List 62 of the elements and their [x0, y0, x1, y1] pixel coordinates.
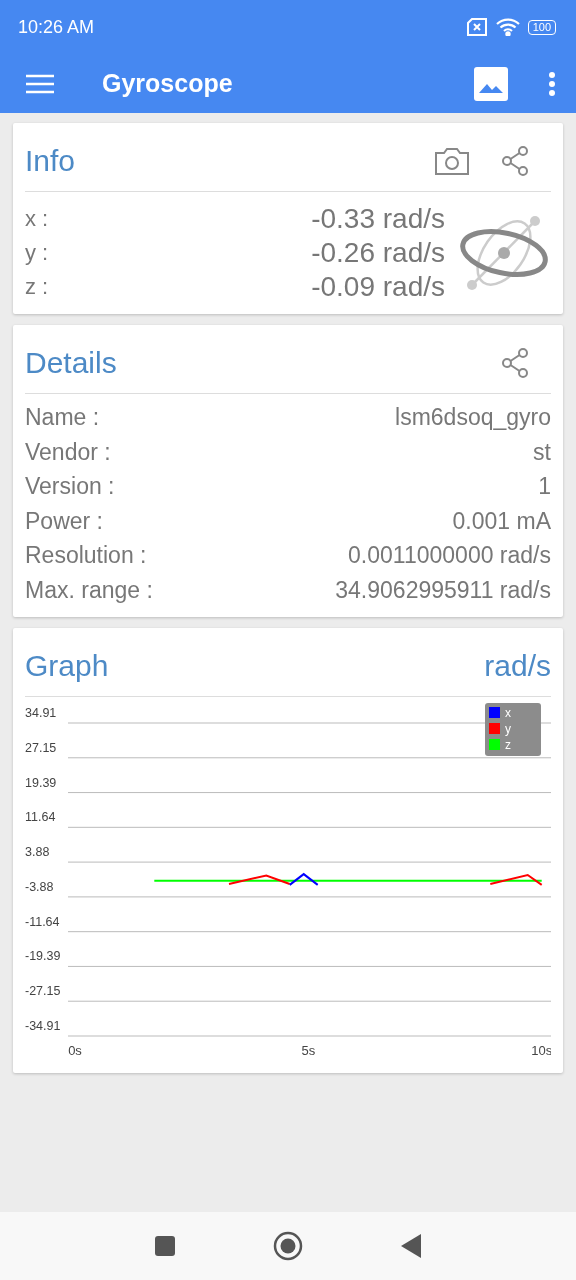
detail-value: lsm6dsoq_gyro — [395, 403, 551, 432]
detail-label: Power : — [25, 506, 103, 536]
detail-value: 0.0011000000 rad/s — [348, 541, 551, 570]
axis-reading: -0.26 rad/s — [311, 236, 445, 270]
axis-reading: -0.09 rad/s — [311, 270, 445, 304]
square-icon — [155, 1236, 175, 1256]
home-button[interactable] — [273, 1231, 303, 1261]
share-button[interactable] — [499, 145, 531, 177]
back-button[interactable] — [401, 1234, 421, 1258]
axis-tick-label: 19.39 — [25, 775, 57, 790]
menu-button[interactable] — [26, 73, 54, 94]
recents-button[interactable] — [155, 1236, 175, 1256]
axis-tick-label: 11.64 — [25, 810, 56, 825]
axis-reading: -0.33 rad/s — [311, 202, 445, 236]
menu-icon — [26, 73, 54, 94]
detail-value: 0.001 mA — [452, 506, 551, 536]
more-button[interactable] — [548, 70, 556, 97]
card-title: Info — [25, 144, 76, 178]
detail-label: Version : — [25, 472, 115, 501]
axis-tick-label: 34.91 — [25, 706, 57, 720]
axis-label: y : — [25, 239, 49, 267]
home-icon — [273, 1231, 303, 1261]
axis-tick-label: 5s — [301, 1043, 316, 1058]
share-button[interactable] — [499, 347, 531, 379]
axis-label: x : — [25, 205, 49, 233]
axis-tick-label: -11.64 — [25, 914, 60, 929]
detail-label: Resolution : — [25, 541, 147, 570]
gyroscope-icon — [457, 213, 551, 293]
share-icon — [499, 145, 531, 177]
card-title: Graph — [25, 649, 109, 683]
detail-value: 34.9062995911 rad/s — [335, 575, 551, 605]
axis-tick-label: 27.15 — [25, 740, 57, 755]
axis-tick-label: 3.88 — [25, 845, 50, 860]
detail-label: Max. range : — [25, 575, 153, 605]
detail-label: Vendor : — [25, 437, 111, 467]
legend-label: x — [505, 706, 511, 720]
axis-tick-label: -34.91 — [25, 1019, 61, 1033]
share-icon — [499, 347, 531, 379]
axis-tick-label: 10s — [531, 1043, 551, 1058]
card-title: Details — [25, 346, 117, 380]
detail-value: st — [533, 437, 551, 467]
camera-icon — [435, 147, 469, 175]
legend-label: z — [505, 738, 511, 752]
axis-tick-label: 0s — [68, 1043, 82, 1058]
camera-button[interactable] — [435, 147, 469, 175]
axis-tick-label: -27.15 — [25, 984, 61, 999]
detail-value: 1 — [538, 472, 551, 501]
wifi-icon — [495, 18, 520, 36]
more-icon — [548, 70, 556, 97]
axis-tick-label: -19.39 — [25, 949, 61, 964]
image-button[interactable] — [474, 66, 508, 101]
axis-tick-label: -3.88 — [25, 879, 54, 894]
unit-label: rad/s — [484, 649, 551, 683]
legend-label: y — [505, 722, 511, 736]
sim-card-icon — [465, 18, 488, 36]
back-icon — [401, 1234, 421, 1258]
detail-label: Name : — [25, 403, 100, 432]
status-time: 10:26 AM — [18, 16, 95, 38]
app-title: Gyroscope — [102, 69, 234, 98]
axis-label: z : — [25, 273, 49, 301]
battery-level: 100 — [527, 19, 556, 35]
image-icon — [474, 66, 508, 101]
